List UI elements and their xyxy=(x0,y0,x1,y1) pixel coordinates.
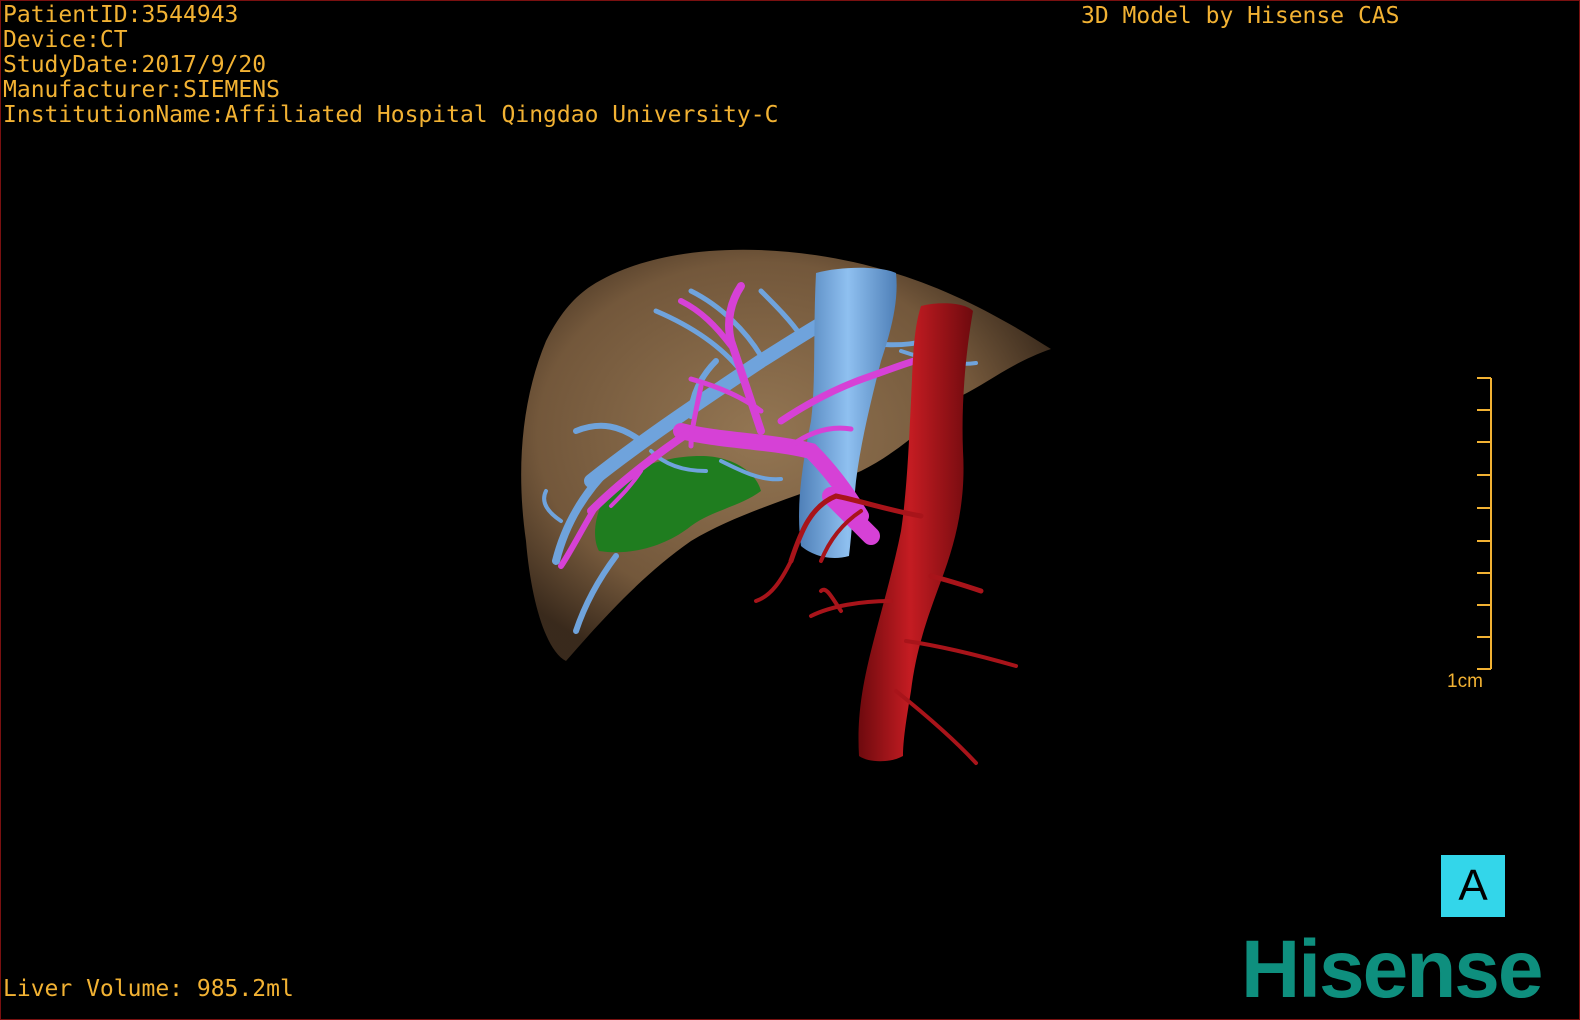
3d-viewport[interactable]: PatientID:3544943 Device:CT StudyDate:20… xyxy=(0,0,1580,1020)
scale-bar xyxy=(1477,377,1492,670)
scale-bar-label: 1cm xyxy=(1447,671,1483,692)
hisense-logo: Hisense xyxy=(1241,924,1544,1015)
liver-3d-model[interactable] xyxy=(1,1,1579,1019)
view-orientation-badge[interactable]: A xyxy=(1441,855,1505,917)
liver-volume-text: Liver Volume: 985.2ml xyxy=(3,976,294,1002)
